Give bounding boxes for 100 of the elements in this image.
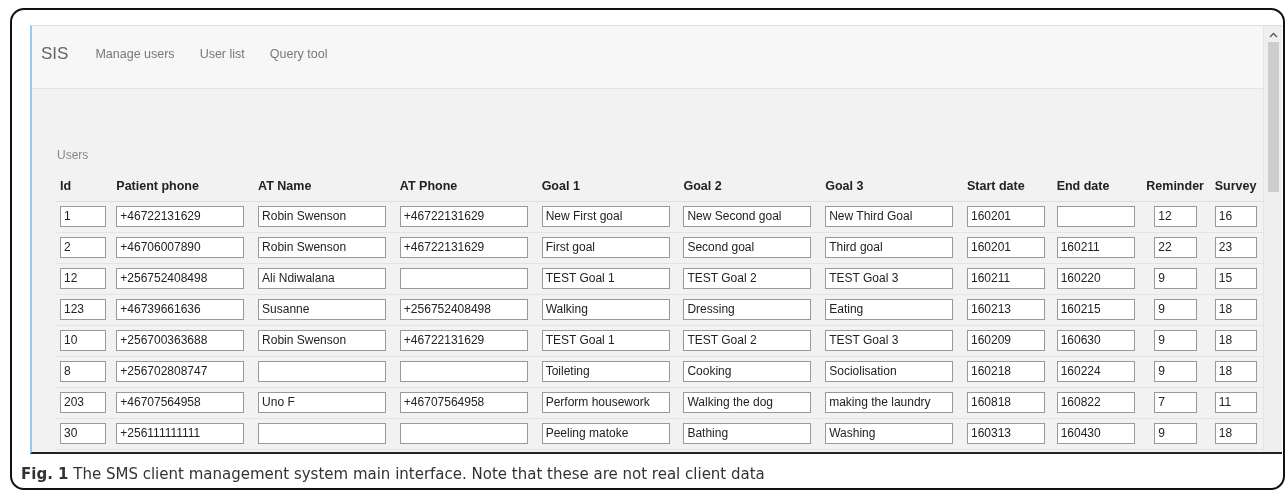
- table-input-field[interactable]: 18: [1214, 360, 1257, 382]
- nav-link[interactable]: User list: [199, 44, 245, 64]
- table-input-field[interactable]: +46739661636: [116, 298, 245, 320]
- table-input-field[interactable]: Robin Swenson: [258, 329, 387, 351]
- table-input-field[interactable]: 160220: [1056, 267, 1135, 289]
- table-input-field[interactable]: +46707564958: [399, 391, 528, 413]
- table-input-field[interactable]: 160818: [967, 391, 1045, 413]
- column-header: Start date: [963, 173, 1053, 202]
- table-input-field[interactable]: 9: [1154, 329, 1198, 351]
- table-input-field[interactable]: TEST Goal 3: [825, 329, 954, 351]
- table-input-field[interactable]: [399, 267, 528, 289]
- table-input-field[interactable]: 18: [1214, 298, 1257, 320]
- table-input-field[interactable]: Walking the dog: [683, 391, 812, 413]
- table-input-field[interactable]: Washing: [825, 422, 954, 444]
- table-input-field[interactable]: Sociolisation: [825, 360, 954, 382]
- table-input-field[interactable]: [258, 360, 387, 382]
- table-input-field[interactable]: 160313: [967, 422, 1045, 444]
- table-input-field[interactable]: New Second goal: [683, 205, 812, 227]
- nav-link[interactable]: Manage users: [95, 44, 175, 64]
- scrollbar-thumb[interactable]: [1267, 42, 1279, 192]
- table-input-field[interactable]: +46722131629: [399, 205, 528, 227]
- table-input-field[interactable]: TEST Goal 3: [825, 267, 954, 289]
- table-input-field[interactable]: 160630: [1056, 329, 1135, 351]
- brand-link[interactable]: SIS: [41, 41, 69, 67]
- table-input-field[interactable]: New First goal: [541, 205, 670, 227]
- table-input-field[interactable]: 18: [1214, 329, 1257, 351]
- table-input-field[interactable]: 15: [1214, 267, 1257, 289]
- table-input-field[interactable]: 12: [1154, 205, 1198, 227]
- table-input-field[interactable]: making the laundry: [825, 391, 954, 413]
- table-input-field[interactable]: 160430: [1056, 422, 1135, 444]
- table-input-field[interactable]: 160215: [1056, 298, 1135, 320]
- table-input-field[interactable]: 203: [60, 391, 106, 413]
- table-input-field[interactable]: 160218: [967, 360, 1045, 382]
- table-input-field[interactable]: 160209: [967, 329, 1045, 351]
- column-header: Reminder: [1142, 173, 1211, 202]
- table-input-field[interactable]: Robin Swenson: [258, 236, 387, 258]
- nav-link[interactable]: Query tool: [269, 44, 328, 64]
- column-header: End date: [1052, 173, 1143, 202]
- table-input-field[interactable]: 12: [60, 267, 106, 289]
- table-input-field[interactable]: [258, 422, 387, 444]
- table-input-field[interactable]: [399, 360, 528, 382]
- table-input-field[interactable]: Uno F: [258, 391, 387, 413]
- table-input-field[interactable]: 7: [1154, 391, 1198, 413]
- table-input-field[interactable]: Toileting: [541, 360, 670, 382]
- table-input-field[interactable]: New Third Goal: [825, 205, 954, 227]
- table-input-field[interactable]: 160224: [1056, 360, 1135, 382]
- table-input-field[interactable]: 123: [60, 298, 106, 320]
- table-input-field[interactable]: 160213: [967, 298, 1045, 320]
- table-input-field[interactable]: 23: [1214, 236, 1257, 258]
- table-input-field[interactable]: 160211: [967, 267, 1045, 289]
- table-input-field[interactable]: +256752408498: [399, 298, 528, 320]
- scrollbar[interactable]: [1263, 26, 1282, 452]
- table-input-field[interactable]: TEST Goal 2: [683, 267, 812, 289]
- table-input-field[interactable]: 160211: [1056, 236, 1135, 258]
- table-input-field[interactable]: 11: [1214, 391, 1257, 413]
- table-input-field[interactable]: +256111111111: [116, 422, 245, 444]
- table-input-field[interactable]: Third goal: [825, 236, 954, 258]
- table-input-field[interactable]: 16: [1214, 205, 1257, 227]
- table-input-field[interactable]: 8: [60, 360, 106, 382]
- table-input-field[interactable]: 160201: [967, 205, 1045, 227]
- table-input-field[interactable]: [399, 422, 528, 444]
- table-input-field[interactable]: 9: [1154, 360, 1198, 382]
- table-input-field[interactable]: 160822: [1056, 391, 1135, 413]
- table-input-field[interactable]: 9: [1154, 298, 1198, 320]
- table-input-field[interactable]: +256702808747: [116, 360, 245, 382]
- table-input-field[interactable]: [1056, 205, 1135, 227]
- table-input-field[interactable]: Susanne: [258, 298, 387, 320]
- table-input-field[interactable]: Eating: [825, 298, 954, 320]
- table-input-field[interactable]: Ali Ndiwalana: [258, 267, 387, 289]
- table-input-field[interactable]: TEST Goal 1: [541, 329, 670, 351]
- table-input-field[interactable]: +256752408498: [116, 267, 245, 289]
- table-input-field[interactable]: +46706007890: [116, 236, 245, 258]
- table-input-field[interactable]: +46707564958: [116, 391, 245, 413]
- scroll-up-icon[interactable]: [1268, 32, 1278, 38]
- table-input-field[interactable]: First goal: [541, 236, 670, 258]
- table-input-field[interactable]: Second goal: [683, 236, 812, 258]
- table-input-field[interactable]: 9: [1154, 267, 1198, 289]
- table-input-field[interactable]: 160201: [967, 236, 1045, 258]
- table-input-field[interactable]: 22: [1154, 236, 1198, 258]
- table-input-field[interactable]: +46722131629: [116, 205, 245, 227]
- table-input-field[interactable]: TEST Goal 1: [541, 267, 670, 289]
- table-input-field[interactable]: 2: [60, 236, 106, 258]
- table-input-field[interactable]: Perform housework: [541, 391, 670, 413]
- table-input-field[interactable]: Dressing: [683, 298, 812, 320]
- table-input-field[interactable]: Robin Swenson: [258, 205, 387, 227]
- table-input-field[interactable]: TEST Goal 2: [683, 329, 812, 351]
- section-title: Users: [57, 147, 90, 164]
- table-input-field[interactable]: Peeling matoke: [541, 422, 670, 444]
- table-input-field[interactable]: 9: [1154, 422, 1198, 444]
- table-input-field[interactable]: 1: [60, 205, 106, 227]
- table-input-field[interactable]: +46722131629: [399, 236, 528, 258]
- table-input-field[interactable]: +256700363688: [116, 329, 245, 351]
- table-input-field[interactable]: Cooking: [683, 360, 812, 382]
- table-input-field[interactable]: 10: [60, 329, 106, 351]
- column-header: Patient phone: [112, 173, 255, 202]
- table-input-field[interactable]: Walking: [541, 298, 670, 320]
- table-input-field[interactable]: +46722131629: [399, 329, 528, 351]
- table-input-field[interactable]: Bathing: [683, 422, 812, 444]
- table-input-field[interactable]: 18: [1214, 422, 1257, 444]
- table-input-field[interactable]: 30: [60, 422, 106, 444]
